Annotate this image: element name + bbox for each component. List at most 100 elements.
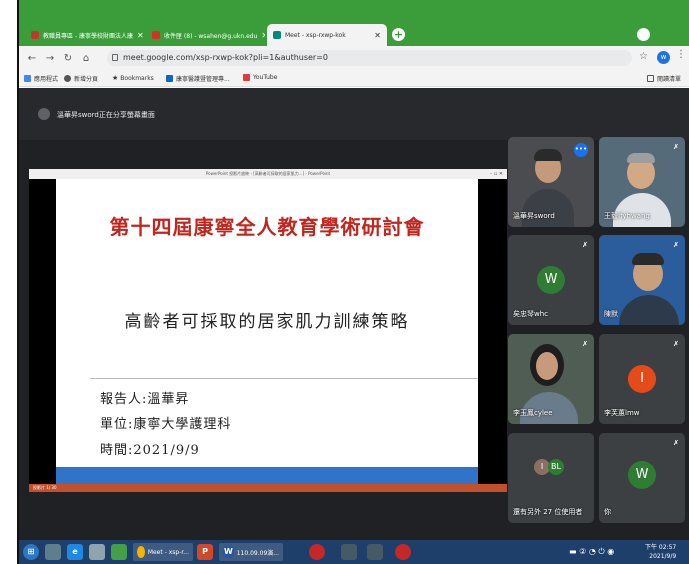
slide-footer-band [56,467,478,484]
windows-start-icon: ⊞ [23,544,39,560]
star-icon: ★ [112,74,119,82]
participant-name: 王毅Ifyhwang [604,212,650,220]
reading-list-label: 閱讀清單 [657,76,682,83]
school-favicon-icon [31,31,39,39]
bookmark-label: 新增分頁 [74,76,99,83]
bookmark-label: Bookmarks [120,74,154,82]
bookmark-new-tab[interactable]: 新增分頁 [64,74,98,83]
powerpoint-titlebar: PowerPoint 投影片放映 - [高齡者可採取的居家肌力...] - Po… [29,169,507,179]
self-name: 你 [604,508,611,516]
tab-meet[interactable]: Meet - xsp-rxwp-kok ✕ [267,24,387,46]
participant-avatar: W [537,266,565,294]
browser-menu-icon[interactable]: ⋮ [676,49,686,60]
bookmark-youtube[interactable]: YouTube [243,74,277,81]
presenter-avatar-icon [38,108,50,120]
mic-off-icon: ✗ [673,143,679,151]
clock-date: 2021/9/9 [649,553,677,560]
bookmark-label: 應用程式 [34,76,59,83]
reading-list-icon [647,75,654,82]
bookmark-star-icon[interactable]: ☆ [639,51,648,62]
self-tile[interactable]: W ✗ 你 [599,433,685,523]
taskbar-pin[interactable] [45,543,61,561]
taskbar-pin[interactable] [111,543,127,561]
presenting-banner: 溫華昇sword正在分享螢幕畫面 [19,88,689,140]
reading-list[interactable]: 閱讀清單 [647,74,681,83]
participant-tile[interactable]: ✗ 陳默 [599,235,685,325]
participant-name: 陳默 [604,310,618,318]
tab-gmail[interactable]: 收件匣 (8) - wsahen@g.ukn.edu ✕ [146,24,265,46]
taskbar-pin[interactable] [367,543,383,561]
address-bar[interactable]: meet.google.com/xsp-rxwp-kok?pli=1&authu… [107,50,632,66]
tab-label: 教職員專區 - 康寧學校財團法人康 [43,32,133,40]
meet-favicon-icon [273,31,281,39]
school-icon [166,75,173,82]
home-icon[interactable]: ⌂ [77,53,95,64]
browser-toolbar: ← → ↻ ⌂ meet.google.com/xsp-rxwp-kok?pli… [19,46,689,70]
participant-name: 溫華昇sword [513,212,555,220]
clock-time: 下午 02:57 [645,544,677,551]
participant-tile[interactable]: W ✗ 矣忠琴whc [508,235,594,325]
close-tab-icon[interactable]: ✕ [133,31,144,40]
bookmark-school[interactable]: 康寧醫護暨管理專... [166,74,230,83]
taskbar-pin[interactable] [395,543,411,561]
mic-off-icon: ✗ [582,340,588,348]
tab-label: Meet - xsp-rxwp-kok [285,31,346,39]
presenting-text: 溫華昇sword正在分享螢幕畫面 [57,111,155,119]
ie-icon: e [67,544,83,560]
participant-tile-presenter[interactable]: ••• 溫華昇sword [508,137,594,227]
participant-mini-avatar: BL [548,459,564,475]
bookmark-label: YouTube [253,74,278,81]
meet-stage: 溫華昇sword正在分享螢幕畫面 PowerPoint 投影片放映 - [高齡者… [19,88,689,540]
participant-tile[interactable]: I ✗ 李芙蕙lmw [599,334,685,424]
more-participants-tile[interactable]: I BL 還有另外 27 位使用者 [508,433,594,523]
taskbar-pin[interactable] [309,543,325,561]
system-tray[interactable]: ▬ ② ◔ ⏻ ◉ [569,543,614,561]
app-icon [367,544,383,560]
forward-arrow-icon[interactable]: → [41,53,59,64]
youtube-icon [243,74,250,81]
task-label: Meet - xsp-r... [147,548,189,556]
mic-off-icon: ✗ [673,241,679,249]
browser-window: 教職員專區 - 康寧學校財團法人康 ✕ 收件匣 (8) - wsahen@g.u… [19,0,689,540]
tab-label: 收件匣 (8) - wsahen@g.ukn.edu [164,32,258,40]
bookmark-bookmarks[interactable]: ★ Bookmarks [112,74,154,82]
bookmark-label: 康寧醫護暨管理專... [176,76,230,83]
window-minimize-icon[interactable] [637,28,650,41]
mic-off-icon: ✗ [673,340,679,348]
window-controls-icon: – ▫ ✕ [489,171,503,177]
taskbar-pin[interactable]: P [197,543,213,561]
taskbar-task-chrome[interactable]: Meet - xsp-r... [133,543,193,561]
slide-title: 第十四屆康寧全人教育學術研討會 [109,215,425,239]
taskbar-pin[interactable]: e [67,543,83,561]
reload-icon[interactable]: ↻ [59,53,77,64]
slide-subtitle: 高齡者可採取的居家肌力訓練策略 [124,312,410,332]
end-call-icon [395,544,411,560]
more-options-icon[interactable]: ••• [574,143,588,157]
url-text: meet.google.com/xsp-rxwp-kok?pli=1&authu… [123,53,329,62]
start-button[interactable]: ⊞ [23,543,39,561]
new-tab-button[interactable]: + [392,28,405,41]
line-icon [111,544,127,560]
app-icon [341,544,357,560]
close-tab-icon[interactable]: ✕ [370,31,381,40]
back-arrow-icon[interactable]: ← [23,53,41,64]
word-icon: W [223,546,234,558]
bookmarks-bar: 應用程式 新增分頁 ★ Bookmarks 康寧醫護暨管理專... YouTub… [19,70,689,87]
participant-tile[interactable]: ✗ 王毅Ifyhwang [599,137,685,227]
profile-avatar[interactable]: w [657,51,670,64]
powerpoint-statusbar: 投影片 1/ 30 [29,484,507,492]
close-tab-icon[interactable]: ✕ [257,31,265,40]
taskbar-pin[interactable] [341,543,357,561]
tab-staff-portal[interactable]: 教職員專區 - 康寧學校財團法人康 ✕ [25,24,144,46]
slide-unit-line: 單位:康寧大學護理科 [100,417,232,432]
taskbar-task-word[interactable]: W 110.09.09演... [219,543,283,561]
taskbar-clock[interactable]: 下午 02:57 2021/9/9 [645,543,676,561]
participant-tile[interactable]: ✗ 李玉鳳cylee [508,334,594,424]
taskbar-pin[interactable] [89,543,105,561]
page-margin [0,0,17,564]
slide-presenter-line: 報告人:溫華昇 [100,392,190,407]
bookmark-apps[interactable]: 應用程式 [24,74,58,83]
slide-time-line: 時間:2021/9/9 [100,443,200,458]
participant-avatar: I [628,365,656,393]
lock-icon [112,54,118,61]
